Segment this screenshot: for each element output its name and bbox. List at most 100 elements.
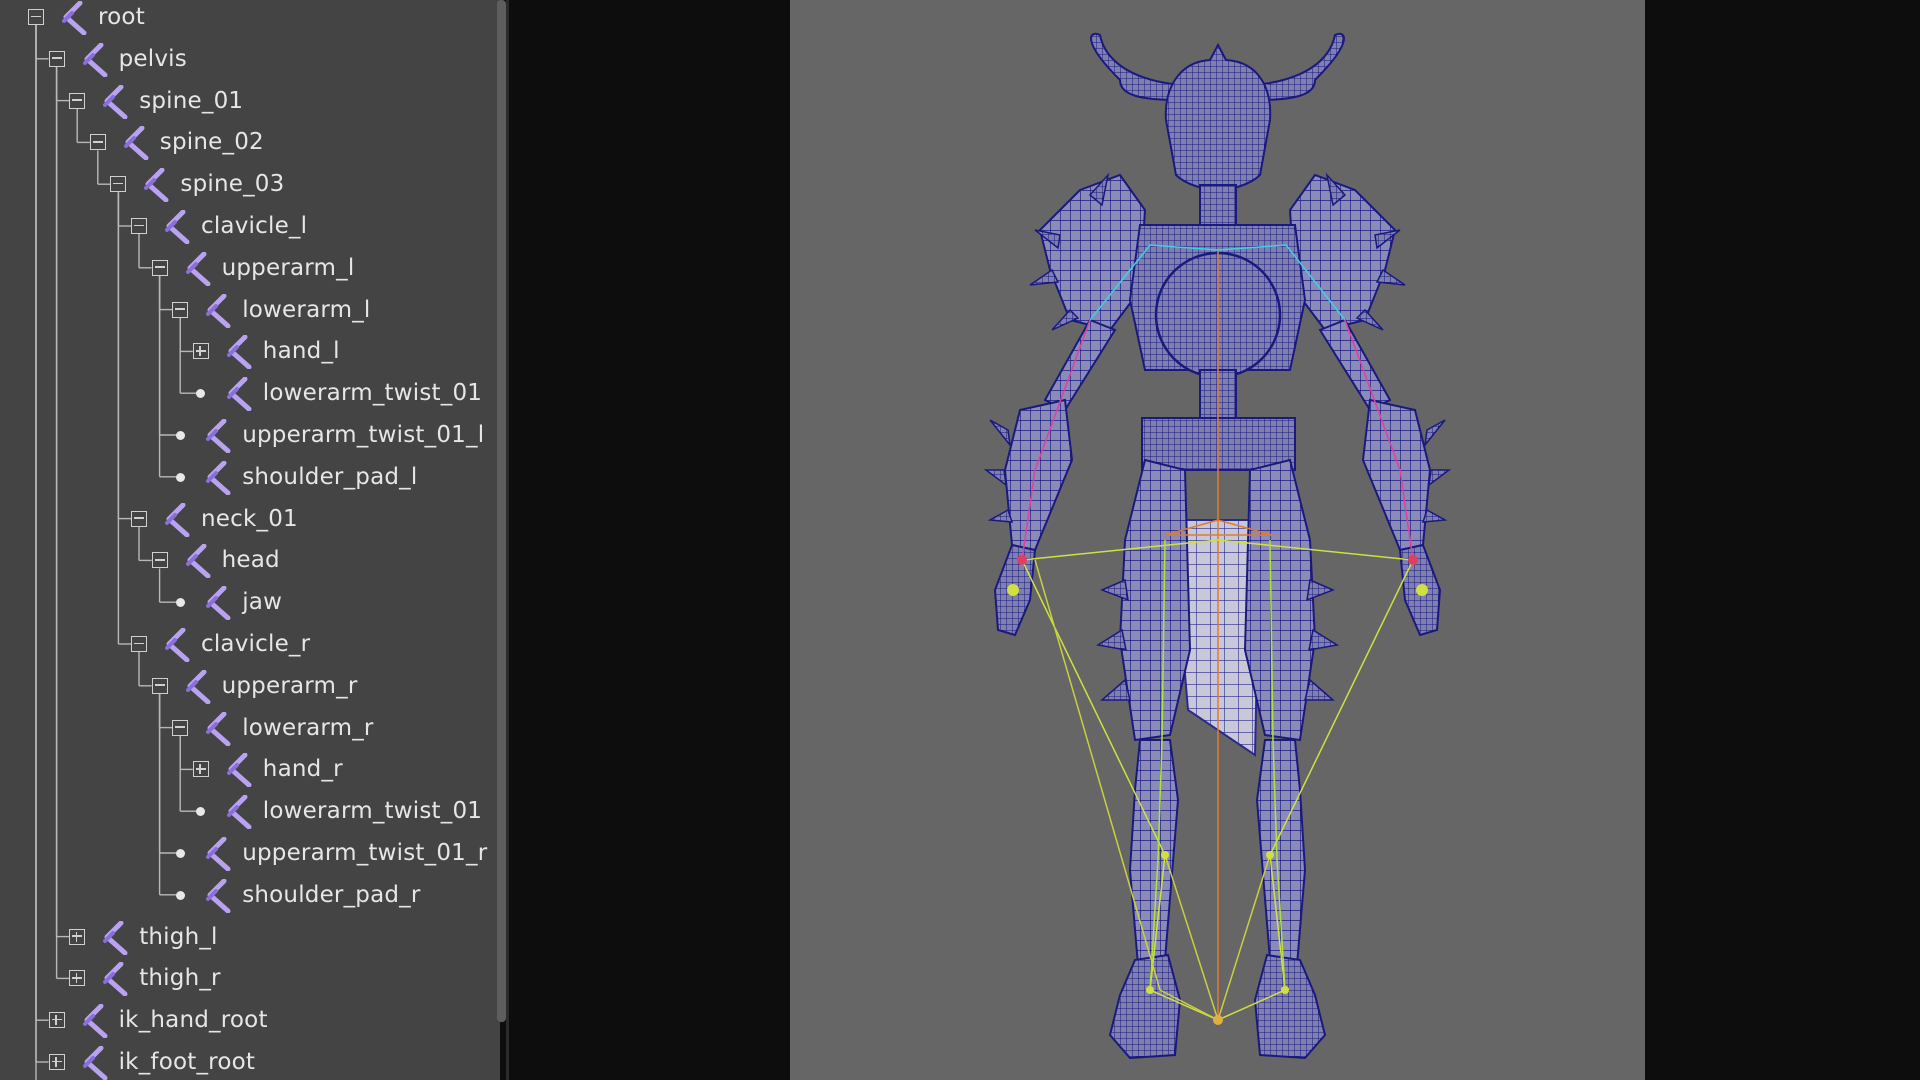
collapse-icon[interactable] bbox=[151, 552, 168, 569]
collapse-icon[interactable] bbox=[110, 176, 127, 193]
expand-icon[interactable] bbox=[69, 970, 86, 987]
outliner-row[interactable]: ik_foot_root bbox=[0, 1042, 500, 1080]
outliner-row[interactable]: hand_r bbox=[0, 749, 500, 789]
outliner-item-label: thigh_l bbox=[139, 923, 218, 950]
outliner-row[interactable]: upperarm_twist_01_l bbox=[0, 415, 500, 455]
outliner-row[interactable]: shoulder_pad_r bbox=[0, 875, 500, 915]
collapse-icon[interactable] bbox=[69, 92, 86, 109]
outliner-item-label: spine_03 bbox=[180, 171, 285, 198]
collapse-icon[interactable] bbox=[151, 677, 168, 694]
outliner-row[interactable]: lowerarm_twist_01 bbox=[0, 373, 500, 413]
outliner-scrollbar[interactable] bbox=[497, 0, 506, 1022]
tasset-right bbox=[1243, 458, 1317, 742]
upperarm-left bbox=[1043, 318, 1117, 412]
viewport-letterbox-left bbox=[509, 0, 790, 1080]
leaf-node-icon bbox=[175, 431, 185, 440]
outliner-item-label: neck_01 bbox=[201, 505, 298, 532]
leaf-node-icon bbox=[175, 890, 185, 900]
joint-icon bbox=[202, 460, 234, 496]
joint-icon bbox=[182, 543, 214, 579]
outliner-row[interactable]: ik_hand_root bbox=[0, 1000, 500, 1040]
outliner-row[interactable]: thigh_l bbox=[0, 917, 500, 957]
outliner-row[interactable]: spine_01 bbox=[0, 81, 500, 121]
collapse-icon[interactable] bbox=[131, 636, 147, 652]
outliner-row[interactable]: spine_03 bbox=[0, 164, 500, 204]
collapse-icon[interactable] bbox=[28, 9, 44, 25]
outliner-row[interactable]: jaw bbox=[0, 582, 500, 622]
expand-icon[interactable] bbox=[48, 1012, 65, 1029]
outliner-row[interactable]: root bbox=[0, 0, 500, 37]
joint-icon bbox=[202, 836, 234, 872]
outliner-item-label: upperarm_twist_01_r bbox=[242, 840, 488, 866]
expand-icon[interactable] bbox=[192, 343, 209, 360]
joint-icon bbox=[99, 961, 131, 997]
upperarm-right bbox=[1318, 318, 1392, 412]
outliner-row[interactable]: spine_02 bbox=[0, 122, 500, 162]
outliner-row[interactable]: upperarm_r bbox=[0, 666, 500, 706]
outliner-row[interactable]: clavicle_r bbox=[0, 624, 500, 664]
outliner-panel: root pelvis spine_01 spine_02 spine_03clavic… bbox=[0, 0, 500, 1080]
outliner-row[interactable]: hand_l bbox=[0, 331, 500, 371]
collapse-icon[interactable] bbox=[48, 50, 65, 67]
collapse-icon[interactable] bbox=[89, 134, 106, 151]
joint-icon bbox=[161, 502, 193, 538]
leaf-node-icon bbox=[175, 849, 185, 858]
joint-icon bbox=[79, 1003, 111, 1039]
joint-icon bbox=[58, 0, 90, 36]
outliner-item-label: upperarm_twist_01_l bbox=[242, 422, 485, 448]
foot-left bbox=[1108, 953, 1182, 1060]
outliner-item-label: thigh_r bbox=[139, 965, 221, 992]
outliner-item-label: upperarm_r bbox=[221, 672, 358, 699]
outliner-item-label: lowerarm_twist_01 bbox=[262, 380, 483, 407]
joint-icon bbox=[202, 585, 234, 621]
outliner-row[interactable]: thigh_r bbox=[0, 958, 500, 998]
outliner-row[interactable]: upperarm_l bbox=[0, 248, 500, 288]
collapse-icon[interactable] bbox=[172, 301, 189, 318]
joint-icon bbox=[99, 84, 131, 120]
joint-icon bbox=[223, 334, 255, 370]
outliner-row[interactable]: pelvis bbox=[0, 39, 500, 79]
outliner-row[interactable]: clavicle_l bbox=[0, 206, 500, 246]
joint-icon bbox=[223, 376, 255, 412]
joint-icon bbox=[161, 209, 193, 245]
collapse-icon[interactable] bbox=[172, 719, 189, 736]
outliner-item-label: shoulder_pad_l bbox=[242, 463, 418, 490]
joint-icon bbox=[202, 711, 234, 747]
outliner-item-label: upperarm_l bbox=[221, 254, 355, 281]
outliner-item-label: root bbox=[98, 4, 145, 30]
outliner-row[interactable]: lowerarm_r bbox=[0, 708, 500, 748]
outliner-row[interactable]: neck_01 bbox=[0, 499, 500, 539]
collapse-icon[interactable] bbox=[151, 259, 168, 276]
outliner-item-label: ik_hand_root bbox=[118, 1007, 268, 1034]
expand-icon[interactable] bbox=[69, 928, 86, 945]
outliner-row[interactable]: lowerarm_l bbox=[0, 290, 500, 330]
joint-icon bbox=[99, 920, 131, 956]
outliner-item-label: clavicle_r bbox=[201, 631, 311, 657]
outliner-item-label: head bbox=[221, 547, 280, 574]
viewport-letterbox-right bbox=[1645, 0, 1920, 1080]
character-wireframe bbox=[983, 32, 1452, 1060]
expand-icon[interactable] bbox=[192, 761, 209, 778]
joint-icon bbox=[202, 418, 234, 454]
outliner-row[interactable]: head bbox=[0, 540, 500, 580]
collapse-icon[interactable] bbox=[131, 510, 147, 527]
outliner-item-label: lowerarm_r bbox=[242, 714, 374, 741]
joint-icon bbox=[161, 627, 193, 663]
joint-icon bbox=[202, 293, 234, 329]
helmet-horn-right bbox=[1253, 32, 1345, 102]
collapse-icon[interactable] bbox=[131, 218, 147, 234]
leaf-node-icon bbox=[175, 598, 185, 608]
outliner-row[interactable]: upperarm_twist_01_r bbox=[0, 833, 500, 873]
joint-icon bbox=[182, 251, 214, 287]
joint-icon bbox=[79, 1045, 111, 1080]
outliner-row[interactable]: lowerarm_twist_01 bbox=[0, 791, 500, 831]
expand-icon[interactable] bbox=[48, 1054, 65, 1070]
outliner-row[interactable]: shoulder_pad_l bbox=[0, 457, 500, 497]
joint-icon bbox=[120, 125, 152, 161]
viewport-3d[interactable] bbox=[790, 0, 1645, 1080]
outliner-item-label: clavicle_l bbox=[201, 213, 308, 239]
helmet bbox=[1164, 42, 1272, 192]
bracer-left bbox=[1003, 398, 1074, 552]
leaf-node-icon bbox=[196, 807, 206, 817]
outliner-item-label: hand_l bbox=[262, 338, 340, 365]
